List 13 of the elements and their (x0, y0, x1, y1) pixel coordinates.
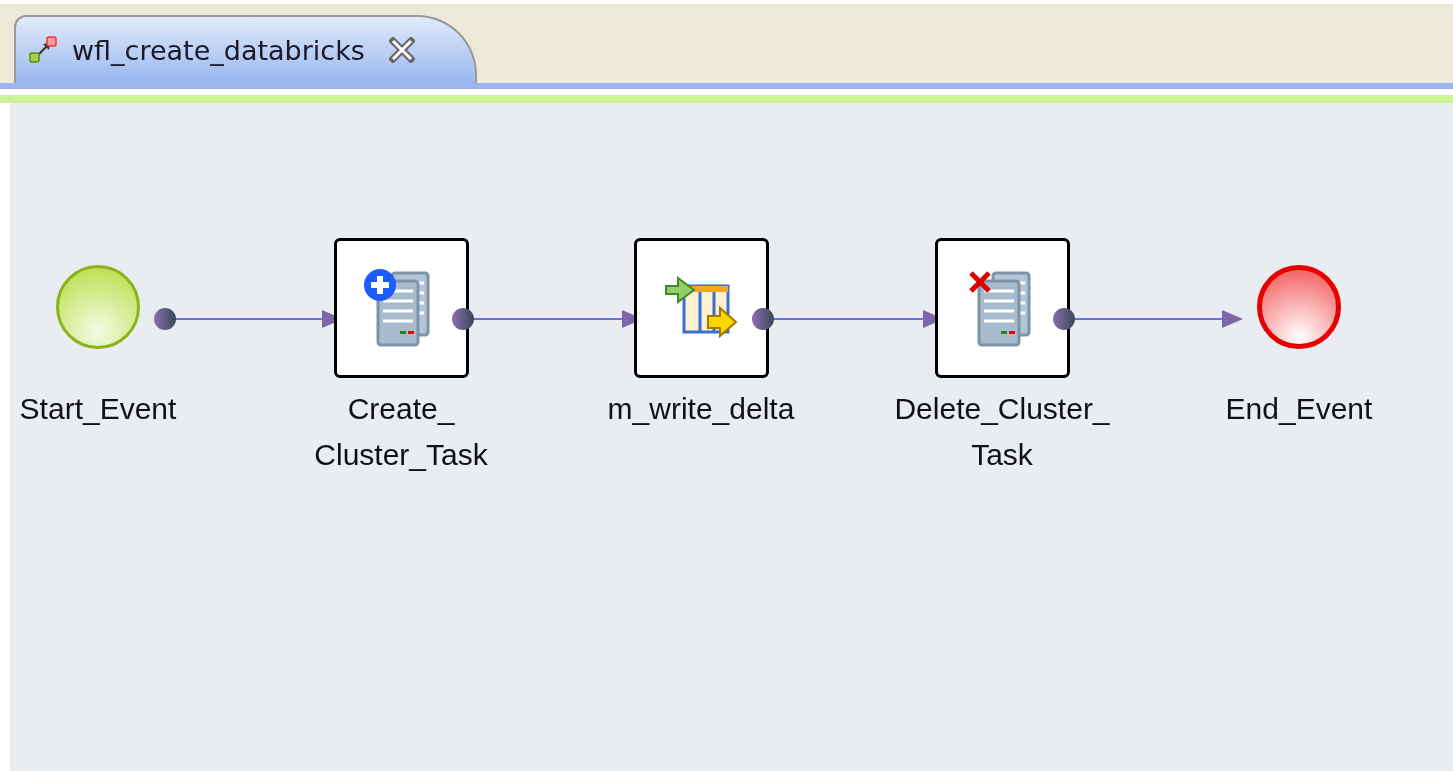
close-icon[interactable] (388, 37, 415, 63)
port-dot[interactable] (154, 308, 176, 330)
port-dot[interactable] (1053, 308, 1075, 330)
node-label: Delete_Cluster_ Task (893, 391, 1111, 473)
node-label: m_write_delta (606, 391, 796, 427)
port-dot[interactable] (752, 308, 774, 330)
port-dot[interactable] (452, 308, 474, 330)
editor-tab[interactable]: wfl_create_databricks (14, 15, 477, 83)
node-label: Start_Event (18, 391, 178, 427)
node-label: End_Event (1224, 391, 1374, 427)
tab-title: wfl_create_databricks (72, 34, 365, 66)
node-label: Create_ Cluster_Task (313, 391, 489, 473)
workflow-icon (28, 35, 58, 65)
